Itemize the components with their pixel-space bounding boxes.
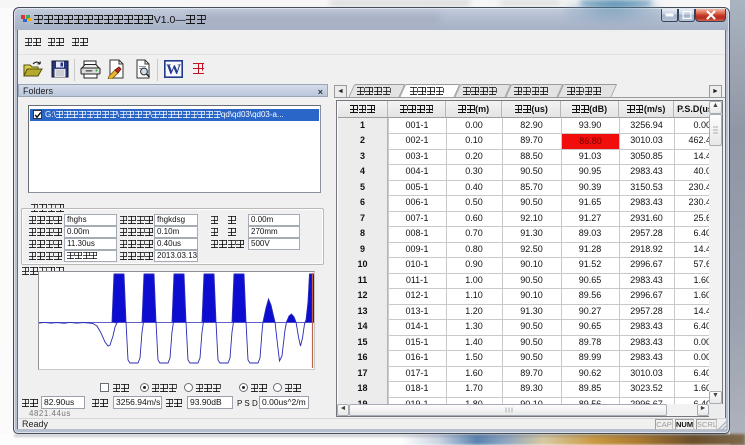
- svg-text:W: W: [166, 62, 181, 78]
